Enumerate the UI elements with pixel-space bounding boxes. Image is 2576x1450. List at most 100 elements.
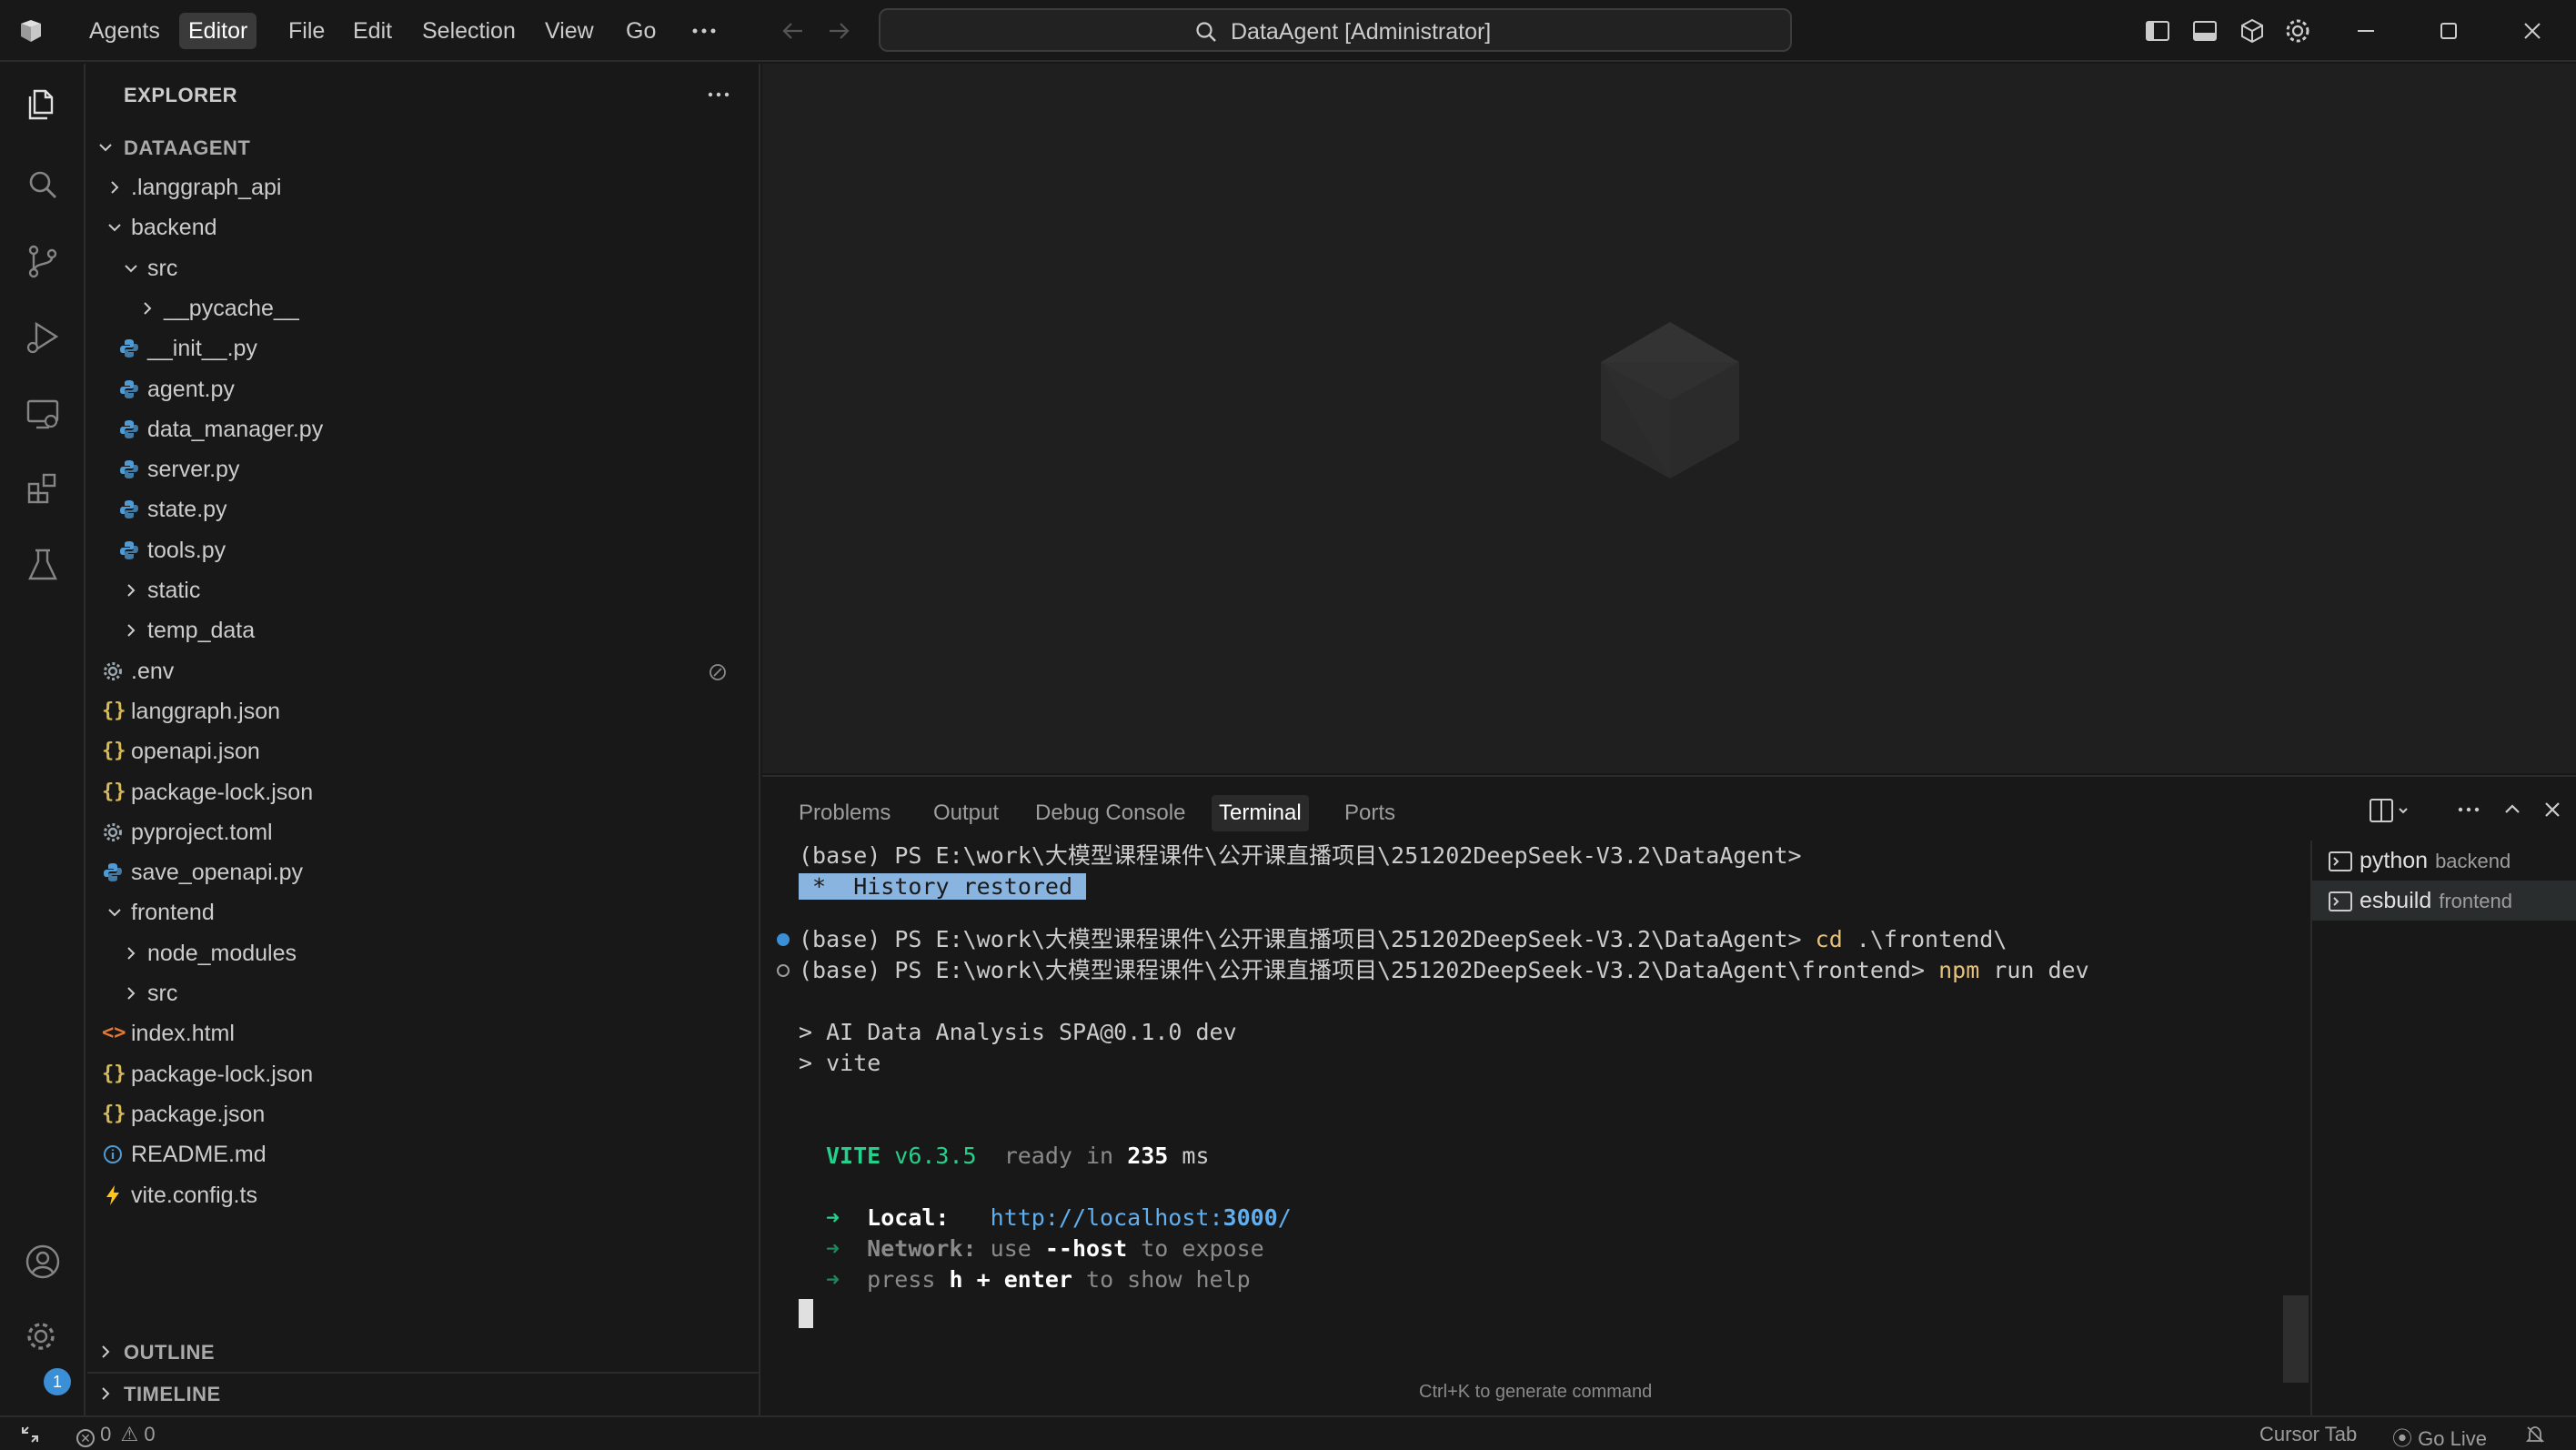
file-row[interactable]: vite.config.ts <box>87 1175 759 1215</box>
menu-go[interactable]: Go <box>617 13 665 49</box>
file-row[interactable]: {} package-lock.json <box>87 1054 759 1094</box>
tree-item-label: vite.config.ts <box>131 1182 257 1208</box>
close-panel-icon[interactable] <box>2541 799 2563 821</box>
network-label: Network: <box>867 1235 977 1262</box>
tab-output[interactable]: Output <box>926 795 1006 831</box>
folder-row[interactable]: backend <box>87 207 759 247</box>
forward-arrow-icon[interactable] <box>824 16 853 45</box>
folder-row[interactable]: static <box>87 570 759 610</box>
folder-row[interactable]: src <box>87 973 759 1013</box>
git-ignored-icon <box>708 662 728 682</box>
file-row[interactable]: <> index.html <box>87 1013 759 1053</box>
tree-item-label: server.py <box>147 457 240 483</box>
extensions-icon[interactable] <box>24 469 62 508</box>
explorer-sidebar: EXPLORER DATAAGENT .langgraph_api backend… <box>87 64 760 1415</box>
python-file-icon <box>118 498 140 520</box>
file-row[interactable]: README.md <box>87 1134 759 1174</box>
manage-gear-icon[interactable] <box>24 1319 62 1357</box>
settings-gear-icon[interactable] <box>2283 16 2312 45</box>
cube-icon[interactable] <box>2238 16 2267 45</box>
local-url-link[interactable]: http://localhost:3000/ <box>991 1204 1292 1231</box>
run-debug-icon[interactable] <box>24 318 62 357</box>
file-row[interactable]: {} package-lock.json <box>87 772 759 812</box>
source-control-icon[interactable] <box>24 242 62 280</box>
file-row[interactable]: .env <box>87 651 759 691</box>
folder-row[interactable]: node_modules <box>87 933 759 973</box>
testing-flask-icon[interactable] <box>24 546 62 584</box>
terminal-scrollbar[interactable] <box>2283 1295 2309 1383</box>
terminal-icon <box>2329 891 2352 911</box>
file-row[interactable]: server.py <box>87 449 759 489</box>
file-row[interactable]: {} openapi.json <box>87 731 759 771</box>
explorer-more-actions-icon[interactable] <box>706 86 731 104</box>
folder-row[interactable]: src <box>87 248 759 288</box>
toggle-sidebar-icon[interactable] <box>2143 16 2172 45</box>
folder-row[interactable]: .langgraph_api <box>87 167 759 207</box>
file-row[interactable]: state.py <box>87 489 759 529</box>
menu-selection[interactable]: Selection <box>413 13 525 49</box>
cursor-tab-status[interactable]: Cursor Tab <box>2259 1423 2357 1446</box>
account-icon[interactable] <box>24 1243 62 1281</box>
file-row[interactable]: __init__.py <box>87 328 759 368</box>
remote-explorer-icon[interactable] <box>24 395 62 433</box>
split-terminal-icon[interactable] <box>2369 795 2414 826</box>
menu-edit[interactable]: Edit <box>344 13 401 49</box>
terminal-line-network: ➜ Network: use --host to expose <box>826 1234 1264 1264</box>
folder-row[interactable]: frontend <box>87 892 759 932</box>
file-row[interactable]: save_openapi.py <box>87 852 759 892</box>
command-running-dot-icon[interactable] <box>777 964 790 977</box>
terminal-line-cd: (base) PS E:\work\大模型课程课件\公开课直播项目\251202… <box>799 924 2007 955</box>
go-live-button[interactable]: ⦿ Go Live <box>2392 1423 2487 1450</box>
json-file-icon: {} <box>102 699 126 722</box>
minimize-window-icon[interactable] <box>2351 16 2380 45</box>
search-icon <box>1194 20 1218 44</box>
command-success-dot-icon[interactable] <box>777 933 790 946</box>
back-arrow-icon[interactable] <box>779 16 808 45</box>
close-window-icon[interactable] <box>2518 16 2547 45</box>
folder-row[interactable]: __pycache__ <box>87 288 759 328</box>
file-row[interactable]: tools.py <box>87 530 759 570</box>
panel-more-actions-icon[interactable] <box>2456 801 2481 819</box>
editor-area[interactable] <box>762 64 2576 773</box>
tree-item-label: .env <box>131 658 175 684</box>
menu-view[interactable]: View <box>536 13 603 49</box>
more-menu-icon[interactable] <box>689 16 719 45</box>
toggle-panel-icon[interactable] <box>2190 16 2219 45</box>
file-row[interactable]: {} package.json <box>87 1094 759 1134</box>
menu-file[interactable]: File <box>279 13 334 49</box>
menu-editor[interactable]: Editor <box>179 13 257 49</box>
explorer-title: EXPLORER <box>124 84 238 106</box>
workspace-root-header[interactable]: DATAAGENT <box>87 127 759 167</box>
tree-item-label: node_modules <box>147 940 297 966</box>
activity-bar: 1 <box>0 64 86 1415</box>
timeline-label: TIMELINE <box>124 1383 221 1405</box>
maximize-window-icon[interactable] <box>2434 16 2463 45</box>
explorer-files-icon[interactable] <box>24 86 62 124</box>
chevron-right-icon <box>122 581 140 599</box>
folder-row[interactable]: temp_data <box>87 610 759 650</box>
tab-ports[interactable]: Ports <box>1337 795 1403 831</box>
file-row[interactable]: data_manager.py <box>87 409 759 449</box>
file-row[interactable]: {} langgraph.json <box>87 691 759 731</box>
file-row[interactable]: agent.py <box>87 369 759 409</box>
terminal-tab-esbuild[interactable]: esbuild frontend <box>2312 881 2576 921</box>
terminal-output[interactable]: (base) PS E:\work\大模型课程课件\公开课直播项目\251202… <box>762 841 2309 1383</box>
command-center-search[interactable]: DataAgent [Administrator] <box>879 8 1792 52</box>
tab-terminal[interactable]: Terminal <box>1212 795 1309 831</box>
remote-indicator-icon[interactable] <box>20 1425 40 1445</box>
notifications-bell-icon[interactable] <box>2525 1425 2545 1445</box>
outline-section-header[interactable]: OUTLINE <box>87 1332 759 1372</box>
tree-item-label: README.md <box>131 1142 267 1168</box>
terminal-cursor <box>799 1299 813 1328</box>
menu-agents[interactable]: Agents <box>80 13 169 49</box>
maximize-panel-chevron-up-icon[interactable] <box>2501 799 2523 821</box>
problems-counter[interactable]: ✕ 0 ⚠ 0 <box>76 1423 156 1447</box>
search-activity-icon[interactable] <box>24 166 62 204</box>
tab-debug-console[interactable]: Debug Console <box>1028 795 1192 831</box>
press-rest: to show help <box>1086 1266 1251 1293</box>
tab-problems[interactable]: Problems <box>791 795 898 831</box>
terminal-line-script: > AI Data Analysis SPA@0.1.0 dev <box>799 1019 1237 1045</box>
file-row[interactable]: pyproject.toml <box>87 812 759 852</box>
timeline-section-header[interactable]: TIMELINE <box>87 1372 759 1412</box>
terminal-tab-python[interactable]: python backend <box>2312 841 2576 881</box>
